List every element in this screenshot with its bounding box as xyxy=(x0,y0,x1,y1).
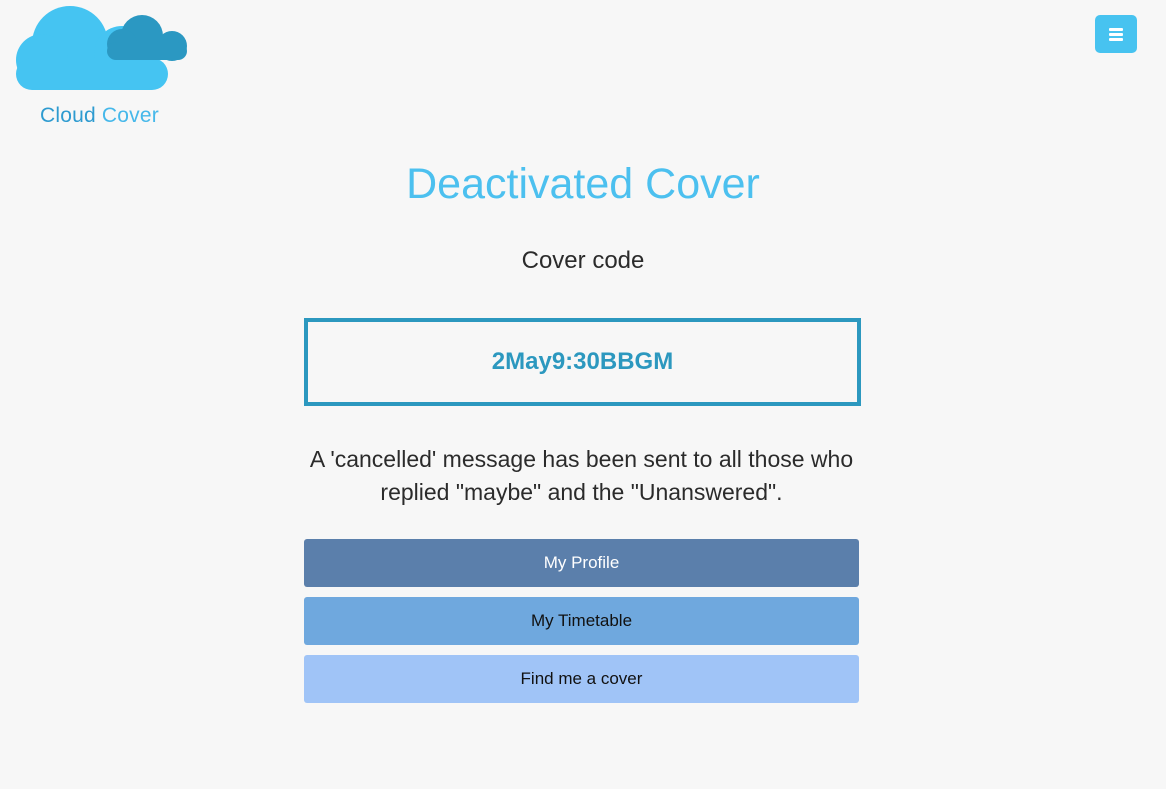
page: Cloud Cover Deactivated Cover Cover code… xyxy=(0,0,1166,789)
my-timetable-button[interactable]: My Timetable xyxy=(304,597,859,645)
cover-code-label: Cover code xyxy=(521,247,645,274)
logo-word-cover: Cover xyxy=(101,104,159,127)
my-profile-button[interactable]: My Profile xyxy=(304,539,859,587)
logo[interactable]: Cloud Cover xyxy=(12,2,192,132)
menu-button[interactable] xyxy=(1095,15,1137,53)
find-cover-button[interactable]: Find me a cover xyxy=(304,655,859,703)
hamburger-menu-icon xyxy=(1109,27,1123,41)
logo-word-cloud: Cloud xyxy=(40,104,96,127)
status-message: A 'cancelled' message has been sent to a… xyxy=(309,446,854,505)
logo-text: Cloud Cover xyxy=(40,104,159,128)
page-title: Deactivated Cover xyxy=(406,160,760,208)
cover-code-box: 2May9:30BBGM xyxy=(304,318,861,406)
cover-code-value: 2May9:30BBGM xyxy=(491,348,674,375)
cloud-logo-icon xyxy=(16,6,187,90)
